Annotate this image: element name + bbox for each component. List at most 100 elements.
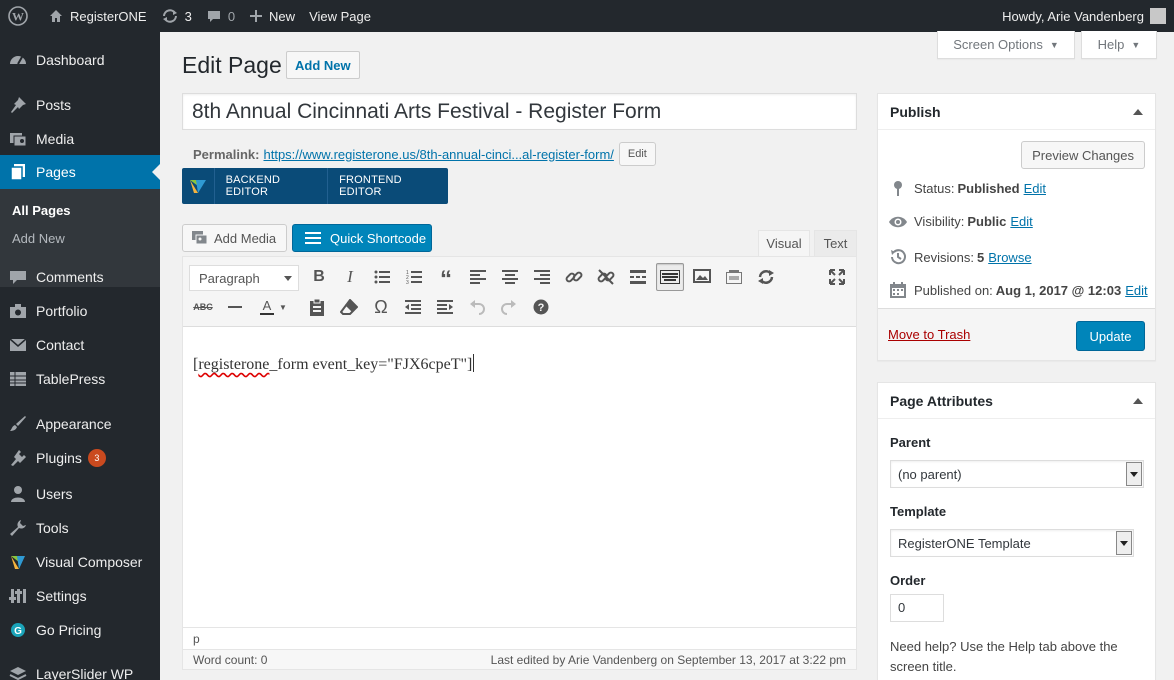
indent-button[interactable] bbox=[431, 293, 459, 321]
updates-icon bbox=[161, 8, 179, 24]
keyboard-shortcuts-button[interactable]: ? bbox=[527, 293, 555, 321]
bold-button[interactable]: B bbox=[305, 263, 333, 291]
dropdown-arrow-icon bbox=[1126, 462, 1142, 486]
italic-button[interactable]: I bbox=[336, 263, 364, 291]
post-title-input[interactable]: 8th Annual Cincinnati Arts Festival - Re… bbox=[182, 93, 857, 130]
permalink-url[interactable]: https://www.registerone.us/8th-annual-ci… bbox=[263, 147, 613, 162]
new-content-link[interactable]: New bbox=[242, 0, 302, 32]
sidebar-item-layerslider[interactable]: LayerSlider WP bbox=[0, 657, 160, 680]
permalink-edit-button[interactable]: Edit bbox=[618, 142, 656, 166]
updates-link[interactable]: 3 bbox=[154, 0, 199, 32]
browse-revisions-link[interactable]: Browse bbox=[988, 250, 1031, 265]
published-on-edit-link[interactable]: Edit bbox=[1125, 283, 1147, 298]
collapse-arrow-icon[interactable] bbox=[1133, 398, 1143, 404]
site-name: RegisterONE bbox=[70, 8, 147, 24]
sidebar-item-plugins[interactable]: Plugins 3 bbox=[0, 441, 160, 475]
tab-visual[interactable]: Visual bbox=[758, 230, 810, 257]
editor-content[interactable]: [registerone_form event_key="FJX6cpeT"] bbox=[193, 354, 475, 374]
camera-icon bbox=[0, 294, 36, 328]
strikethrough-button[interactable]: ABC bbox=[189, 293, 217, 321]
updates-count: 3 bbox=[184, 8, 192, 24]
element-path: p bbox=[183, 627, 856, 649]
insert-link-button[interactable] bbox=[560, 263, 588, 291]
svg-text:W: W bbox=[12, 10, 24, 24]
blockquote-button[interactable]: “ bbox=[432, 263, 460, 292]
preview-changes-button[interactable]: Preview Changes bbox=[1021, 141, 1145, 169]
sidebar-item-label: Settings bbox=[36, 588, 87, 604]
refresh-button[interactable] bbox=[752, 263, 780, 291]
admin-bar: W RegisterONE 3 0 New View Page Howdy, A… bbox=[0, 0, 1174, 32]
add-media-button[interactable]: Add Media bbox=[182, 224, 287, 252]
order-label: Order bbox=[890, 573, 926, 588]
sidebar-item-pages[interactable]: Pages bbox=[0, 155, 160, 189]
outdent-button[interactable] bbox=[399, 293, 427, 321]
sidebar-item-media[interactable]: Media bbox=[0, 122, 160, 156]
sidebar-item-label: Plugins bbox=[36, 450, 82, 466]
parent-select[interactable]: (no parent) bbox=[890, 460, 1144, 488]
bold-icon: B bbox=[313, 268, 325, 285]
special-character-button[interactable]: Ω bbox=[367, 293, 395, 321]
frontend-editor-button[interactable]: FRONTEND EDITOR bbox=[328, 168, 448, 204]
screen-options-button[interactable]: Screen Options ▼ bbox=[937, 31, 1075, 59]
status-edit-link[interactable]: Edit bbox=[1024, 181, 1046, 196]
sidebar-item-go-pricing[interactable]: G Go Pricing bbox=[0, 613, 160, 647]
template-select[interactable]: RegisterONE Template bbox=[890, 529, 1134, 557]
page-attributes-header[interactable]: Page Attributes bbox=[878, 383, 1155, 419]
align-left-button[interactable] bbox=[464, 263, 492, 291]
format-select[interactable]: Paragraph bbox=[189, 265, 299, 291]
wp-logo-menu[interactable]: W bbox=[0, 0, 41, 32]
tab-text[interactable]: Text bbox=[814, 230, 857, 257]
visibility-edit-link[interactable]: Edit bbox=[1010, 214, 1032, 229]
insert-media-button[interactable] bbox=[720, 263, 748, 291]
sidebar-item-settings[interactable]: Settings bbox=[0, 579, 160, 613]
sidebar-item-posts[interactable]: Posts bbox=[0, 88, 160, 122]
view-page-link[interactable]: View Page bbox=[302, 0, 378, 32]
help-button[interactable]: Help ▼ bbox=[1081, 31, 1157, 59]
sidebar-item-contact[interactable]: Contact bbox=[0, 328, 160, 362]
collapse-arrow-icon[interactable] bbox=[1133, 109, 1143, 115]
sidebar-item-users[interactable]: Users bbox=[0, 477, 160, 511]
backend-editor-button[interactable]: BACKEND EDITOR bbox=[215, 168, 329, 204]
order-input[interactable]: 0 bbox=[890, 594, 944, 622]
sidebar-item-comments[interactable]: Comments bbox=[0, 260, 160, 294]
sidebar-item-appearance[interactable]: Appearance bbox=[0, 407, 160, 441]
site-name-link[interactable]: RegisterONE bbox=[41, 0, 154, 32]
paste-text-button[interactable] bbox=[303, 293, 331, 321]
publish-actions: Move to Trash Update bbox=[878, 308, 1155, 360]
sidebar-item-dashboard[interactable]: Dashboard bbox=[0, 43, 160, 77]
wrench-icon bbox=[0, 511, 36, 545]
sidebar-item-portfolio[interactable]: Portfolio bbox=[0, 294, 160, 328]
bullet-list-button[interactable] bbox=[368, 263, 396, 291]
new-label: New bbox=[269, 8, 296, 24]
sidebar-item-visual-composer[interactable]: Visual Composer bbox=[0, 545, 160, 579]
clear-formatting-button[interactable] bbox=[335, 293, 363, 321]
insert-image-button[interactable] bbox=[688, 263, 716, 291]
text-color-dropdown[interactable]: ▼ bbox=[275, 293, 291, 321]
align-center-button[interactable] bbox=[496, 263, 524, 291]
remove-link-button[interactable] bbox=[592, 263, 620, 291]
undo-button[interactable] bbox=[463, 293, 491, 321]
submenu-all-pages[interactable]: All Pages bbox=[12, 203, 71, 218]
read-more-button[interactable] bbox=[624, 263, 652, 291]
publish-header[interactable]: Publish bbox=[878, 94, 1155, 130]
parent-select-value: (no parent) bbox=[898, 466, 962, 482]
align-right-button[interactable] bbox=[528, 263, 556, 291]
comments-count: 0 bbox=[227, 8, 236, 24]
move-to-trash-link[interactable]: Move to Trash bbox=[888, 327, 970, 342]
update-button[interactable]: Update bbox=[1076, 321, 1145, 351]
comments-link[interactable]: 0 bbox=[199, 0, 242, 32]
omega-icon: Ω bbox=[374, 296, 388, 317]
redo-button[interactable] bbox=[495, 293, 523, 321]
submenu-add-new[interactable]: Add New bbox=[12, 231, 65, 246]
horizontal-line-button[interactable] bbox=[221, 293, 249, 321]
dropdown-arrow-icon bbox=[1116, 531, 1132, 555]
numbered-list-button[interactable]: 123 bbox=[400, 263, 428, 291]
sidebar-item-label: Users bbox=[36, 486, 73, 502]
toolbar-toggle-button[interactable] bbox=[656, 263, 684, 291]
my-account-menu[interactable]: Howdy, Arie Vandenberg bbox=[1002, 0, 1166, 32]
quick-shortcode-button[interactable]: Quick Shortcode bbox=[292, 224, 432, 252]
sidebar-item-tablepress[interactable]: TablePress bbox=[0, 362, 160, 396]
fullscreen-button[interactable] bbox=[823, 263, 851, 291]
add-new-page-button[interactable]: Add New bbox=[286, 51, 360, 79]
sidebar-item-tools[interactable]: Tools bbox=[0, 511, 160, 545]
